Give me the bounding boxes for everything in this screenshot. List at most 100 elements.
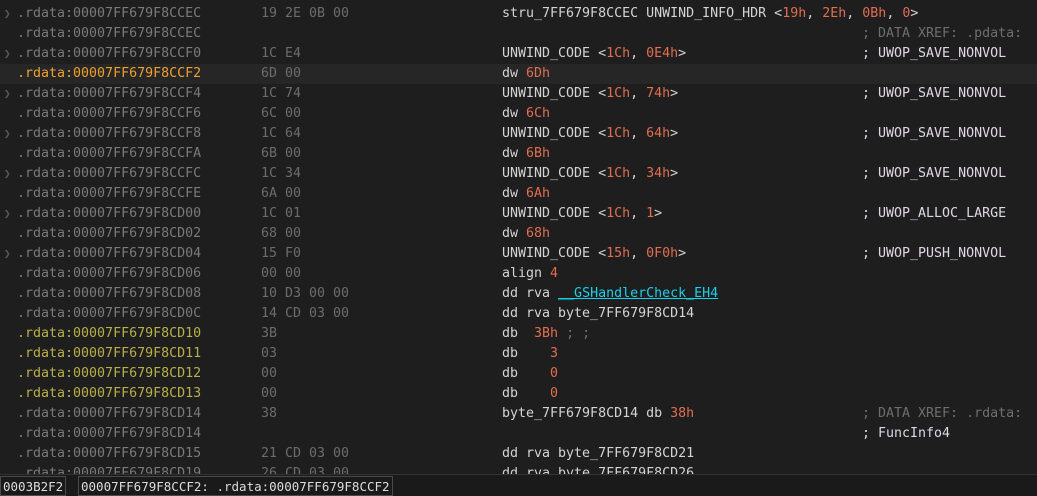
listing-row[interactable]: .rdata:00007FF679F8CD13 00 db 0 [0,384,1037,404]
row-address[interactable]: .rdata:00007FF679F8CD11 [17,344,201,364]
operand-value: 1Ch [606,206,631,221]
row-instruction[interactable]: dw 6Ah [502,184,550,204]
instruction-text: dd rva byte_7FF679F8CD21 [502,446,695,461]
instruction-text: byte_7FF679F8CD14 db [502,406,671,421]
instruction-text: , [846,6,863,21]
row-instruction[interactable]: dd rva byte_7FF679F8CD14 [502,304,694,324]
row-bytes: 6D 00 [261,66,302,81]
operand-value: 6Dh [526,66,551,81]
expand-arrow-icon[interactable]: ❯ [4,244,11,264]
instruction-text: UNWIND_CODE < [502,86,607,101]
row-address[interactable]: .rdata:00007FF679F8CD12 [17,364,201,384]
listing-row[interactable]: ❯ .rdata:00007FF679F8CCEC 19 2E 0B 00 stru_… [0,4,1037,24]
listing-row[interactable]: .rdata:00007FF679F8CCFA 6B 00 dw 6Bh [0,144,1037,164]
operand-value: 1Ch [606,86,631,101]
listing-row[interactable]: .rdata:00007FF679F8CCF2 6D 00 dw 6Dh [0,64,1037,84]
row-bytes: 38 [261,406,278,421]
listing-row[interactable]: ❯ .rdata:00007FF679F8CD04 15 F0 UNWIND_CODE… [0,244,1037,264]
operand-value: 15h [606,246,631,261]
row-address[interactable]: .rdata:00007FF679F8CD14 [17,404,201,424]
listing-row[interactable]: ❯ .rdata:00007FF679F8CCF4 1C 74 UNWIND_CODE… [0,84,1037,104]
row-instruction[interactable]: dd rva __GSHandlerCheck_EH4 [502,284,718,304]
operand-value: 0 [550,386,559,401]
row-address[interactable]: .rdata:00007FF679F8CD0C [17,304,201,324]
listing-row[interactable]: .rdata:00007FF679F8CD12 00 db 0 [0,364,1037,384]
row-comment: ; FuncInfo4 [862,426,951,441]
listing-row[interactable]: ❯ .rdata:00007FF679F8CD00 1C 01 UNWIND_CODE… [0,204,1037,224]
expand-arrow-icon[interactable]: ❯ [4,164,11,184]
instruction-text: ; ; [558,326,591,341]
row-address[interactable]: .rdata:00007FF679F8CD14 [17,424,201,444]
listing-row[interactable]: .rdata:00007FF679F8CD11 03 db 3 [0,344,1037,364]
operand-value: 6Ch [526,106,551,121]
row-address[interactable]: .rdata:00007FF679F8CCF6 [17,104,201,124]
row-address[interactable]: .rdata:00007FF679F8CCFC [17,164,201,184]
row-address[interactable]: .rdata:00007FF679F8CCF8 [17,124,201,144]
listing-row[interactable]: .rdata:00007FF679F8CD14 38 byte_7FF679F8CD… [0,404,1037,424]
row-instruction[interactable]: db 0 [502,364,558,384]
row-address[interactable]: .rdata:00007FF679F8CD19 [17,464,201,474]
row-instruction[interactable]: db 0 [502,384,558,404]
listing-row[interactable]: .rdata:00007FF679F8CD14 ; FuncInfo4 [0,424,1037,444]
row-address[interactable]: .rdata:00007FF679F8CD13 [17,384,201,404]
row-instruction[interactable]: db 3Bh ; ; [502,324,590,344]
row-instruction[interactable]: align 4 [502,264,558,284]
row-address[interactable]: .rdata:00007FF679F8CCFE [17,184,201,204]
listing-row[interactable]: .rdata:00007FF679F8CCF6 6C 00 dw 6Ch [0,104,1037,124]
listing-row[interactable]: .rdata:00007FF679F8CCEC ; DATA XREF: .pda… [0,24,1037,44]
row-instruction[interactable]: stru_7FF679F8CCEC UNWIND_INFO_HDR <19h, … [502,4,918,24]
row-address[interactable]: .rdata:00007FF679F8CD02 [17,224,201,244]
instruction-text: db [502,366,551,381]
row-instruction[interactable]: UNWIND_CODE <1Ch, 0E4h> [502,44,686,64]
row-instruction[interactable]: dw 6Ch [502,104,550,124]
row-address[interactable]: .rdata:00007FF679F8CD10 [17,324,201,344]
row-instruction[interactable]: UNWIND_CODE <1Ch, 34h> [502,164,678,184]
row-address[interactable]: .rdata:00007FF679F8CD04 [17,244,201,264]
row-instruction[interactable]: dd rva byte_7FF679F8CD26 [502,464,694,474]
row-instruction[interactable]: dw 6Bh [502,144,550,164]
expand-arrow-icon[interactable]: ❯ [4,204,11,224]
listing-row[interactable]: .rdata:00007FF679F8CD08 10 D3 00 00 dd rva… [0,284,1037,304]
row-address[interactable]: .rdata:00007FF679F8CCEC [17,4,201,24]
row-instruction[interactable]: dd rva byte_7FF679F8CD21 [502,444,694,464]
row-instruction[interactable]: dw 68h [502,224,550,244]
row-address[interactable]: .rdata:00007FF679F8CD00 [17,204,201,224]
row-address[interactable]: .rdata:00007FF679F8CD08 [17,284,201,304]
row-address[interactable]: .rdata:00007FF679F8CCF4 [17,84,201,104]
expand-arrow-icon[interactable]: ❯ [4,84,11,104]
row-address[interactable]: .rdata:00007FF679F8CD06 [17,264,201,284]
listing-row[interactable]: .rdata:00007FF679F8CCFE 6A 00 dw 6Ah [0,184,1037,204]
listing-row[interactable]: ❯ .rdata:00007FF679F8CCF0 1C E4 UNWIND_CODE… [0,44,1037,64]
row-instruction[interactable]: db 3 [502,344,558,364]
row-address[interactable]: .rdata:00007FF679F8CD15 [17,444,201,464]
instruction-text: > [670,86,679,101]
row-comment: ; UWOP_ALLOC_LARGE [862,206,1007,221]
disassembly-listing[interactable]: ❯ .rdata:00007FF679F8CCEC 19 2E 0B 00 stru_… [0,0,1037,474]
row-instruction[interactable]: dw 6Dh [502,64,550,84]
row-instruction[interactable]: UNWIND_CODE <1Ch, 1> [502,204,662,224]
listing-row[interactable]: .rdata:00007FF679F8CD10 3B db 3Bh ; ; [0,324,1037,344]
listing-row[interactable]: ❯ .rdata:00007FF679F8CCF8 1C 64 UNWIND_CODE… [0,124,1037,144]
row-instruction[interactable]: UNWIND_CODE <1Ch, 74h> [502,84,678,104]
operand-value: 0E4h [646,46,679,61]
expand-arrow-icon[interactable]: ❯ [4,44,11,64]
listing-row[interactable]: ❯ .rdata:00007FF679F8CCFC 1C 34 UNWIND_CODE… [0,164,1037,184]
listing-row[interactable]: .rdata:00007FF679F8CD15 21 CD 03 00 dd rva… [0,444,1037,464]
instruction-text: , [630,206,647,221]
row-address[interactable]: .rdata:00007FF679F8CCFA [17,144,201,164]
row-address[interactable]: .rdata:00007FF679F8CCEC [17,24,201,44]
listing-row[interactable]: .rdata:00007FF679F8CD06 00 00 align 4 [0,264,1037,284]
instruction-text: > [670,126,679,141]
row-instruction[interactable]: UNWIND_CODE <15h, 0F0h> [502,244,686,264]
expand-arrow-icon[interactable]: ❯ [4,4,11,24]
row-instruction[interactable]: byte_7FF679F8CD14 db 38h [502,404,694,424]
row-instruction[interactable]: UNWIND_CODE <1Ch, 64h> [502,124,678,144]
row-address[interactable]: .rdata:00007FF679F8CCF2 [17,64,201,84]
function-reference-link[interactable]: __GSHandlerCheck_EH4 [558,286,718,301]
expand-arrow-icon[interactable]: ❯ [4,124,11,144]
listing-row[interactable]: .rdata:00007FF679F8CD0C 14 CD 03 00 dd rva… [0,304,1037,324]
listing-row[interactable]: .rdata:00007FF679F8CD19 26 CD 03 00 dd rva… [0,464,1037,474]
row-address[interactable]: .rdata:00007FF679F8CCF0 [17,44,201,64]
listing-row[interactable]: .rdata:00007FF679F8CD02 68 00 dw 68h [0,224,1037,244]
instruction-text: dw [502,146,527,161]
